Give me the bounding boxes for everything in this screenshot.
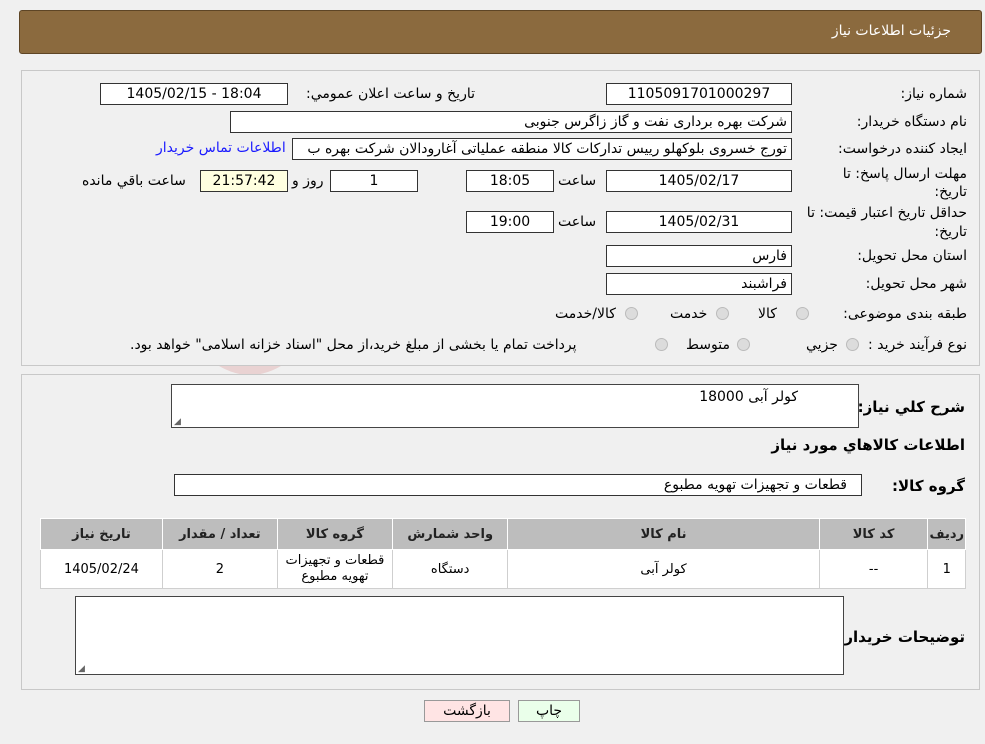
deadline-date-field: 1405/02/17 [606, 170, 792, 192]
days-label: روز و [292, 173, 324, 189]
deadline-time-label: ساعت [558, 173, 597, 189]
category-option-goods-service: کالا/خدمت [555, 306, 616, 322]
resize-handle-icon: ◢ [78, 664, 85, 674]
province-field: فارس [606, 245, 792, 267]
cell-code: -- [818, 549, 929, 589]
summary-desc-field: کولر آبی 18000 ◢ [171, 384, 859, 428]
print-button[interactable]: چاپ [518, 700, 580, 722]
process-note: پرداخت تمام يا بخشی از مبلغ خريد،از محل … [130, 337, 577, 353]
remaining-label: ساعت باقي مانده [82, 173, 186, 189]
validity-time-label: ساعت [558, 214, 597, 230]
process-option-minor: جزيي [806, 337, 838, 353]
category-radio-goods-service[interactable] [625, 307, 638, 320]
announce-datetime-field: 1405/02/15 - 18:04 [100, 83, 288, 105]
city-field: فراشبند [606, 273, 792, 295]
requester-label: ايجاد کننده درخواست: [838, 141, 967, 157]
goods-table: رديف کد کالا نام کالا واحد شمارش گروه کا… [40, 518, 966, 589]
validity-date-field: 1405/02/31 [606, 211, 792, 233]
goods-table-header: رديف کد کالا نام کالا واحد شمارش گروه کا… [40, 518, 966, 550]
cell-name: کولر آبی [507, 549, 820, 589]
col-unit: واحد شمارش [392, 518, 509, 550]
validity-time-field: 19:00 [466, 211, 554, 233]
buyer-org-field: شرکت بهره برداری نفت و گاز زاگرس جنوبی [230, 111, 792, 133]
goods-info-heading: اطلاعات کالاهاي مورد نياز [771, 436, 965, 454]
buyer-contact-link[interactable]: اطلاعات تماس خريدار [156, 140, 286, 156]
days-remaining-field: 1 [330, 170, 418, 192]
process-option-medium: متوسط [686, 337, 730, 353]
need-number-field: 1105091701000297 [606, 83, 792, 105]
table-row: 1 -- کولر آبی دستگاه قطعات و تجهیزات تهو… [40, 549, 966, 589]
goods-group-label: گروه کالا: [892, 477, 965, 495]
process-radio-minor[interactable] [846, 338, 859, 351]
cell-date: 1405/02/24 [40, 549, 163, 589]
category-radio-goods[interactable] [796, 307, 809, 320]
category-label: طبقه بندی موضوعی: [843, 306, 967, 322]
col-qty: تعداد / مقدار [161, 518, 278, 550]
category-radio-service[interactable] [716, 307, 729, 320]
summary-desc-label: شرح کلي نياز: [857, 398, 965, 416]
deadline-label: مهلت ارسال پاسخ: تا [842, 166, 967, 182]
cell-qty: 2 [161, 549, 278, 589]
validity-label: حداقل تاريخ اعتبار قيمت: تا [806, 205, 967, 221]
cell-row: 1 [927, 549, 966, 589]
announce-label: تاريخ و ساعت اعلان عمومي: [306, 86, 475, 102]
category-option-goods: کالا [758, 306, 777, 322]
cell-unit: دستگاه [392, 549, 509, 589]
category-option-service: خدمت [670, 306, 708, 322]
resize-handle-icon: ◢ [174, 417, 181, 427]
buyer-notes-label: توضيحات خريدار: [838, 628, 965, 646]
process-label: نوع فرآيند خريد : [868, 337, 967, 353]
back-button[interactable]: بازگشت [424, 700, 510, 722]
deadline-time-field: 18:05 [466, 170, 554, 192]
treasury-radio[interactable] [655, 338, 668, 351]
province-label: استان محل تحويل: [857, 248, 967, 264]
col-name: نام کالا [507, 518, 820, 550]
remaining-time-field: 21:57:42 [200, 170, 288, 192]
city-label: شهر محل تحويل: [865, 276, 967, 292]
process-radio-medium[interactable] [737, 338, 750, 351]
page-title: جزئیات اطلاعات نیاز [831, 23, 951, 39]
validity-label-date: تاريخ: [934, 224, 967, 240]
goods-group-field: قطعات و تجهیزات تهویه مطبوع [174, 474, 862, 496]
col-code: کد کالا [818, 518, 929, 550]
page-header: جزئیات اطلاعات نیاز [19, 10, 982, 54]
deadline-label-date: تاريخ: [934, 184, 967, 200]
col-row: رديف [927, 518, 966, 550]
col-group: گروه کالا [276, 518, 394, 550]
buyer-org-label: نام دستگاه خريدار: [856, 114, 967, 130]
col-date: تاريخ نياز [40, 518, 163, 550]
requester-field: تورج خسروی بلوکهلو رییس تدارکات کالا منط… [292, 138, 792, 160]
cell-group: قطعات و تجهیزات تهویه مطبوع [276, 549, 394, 589]
buyer-notes-field: ◢ [75, 596, 844, 675]
need-number-label: شماره نیاز: [900, 86, 968, 102]
